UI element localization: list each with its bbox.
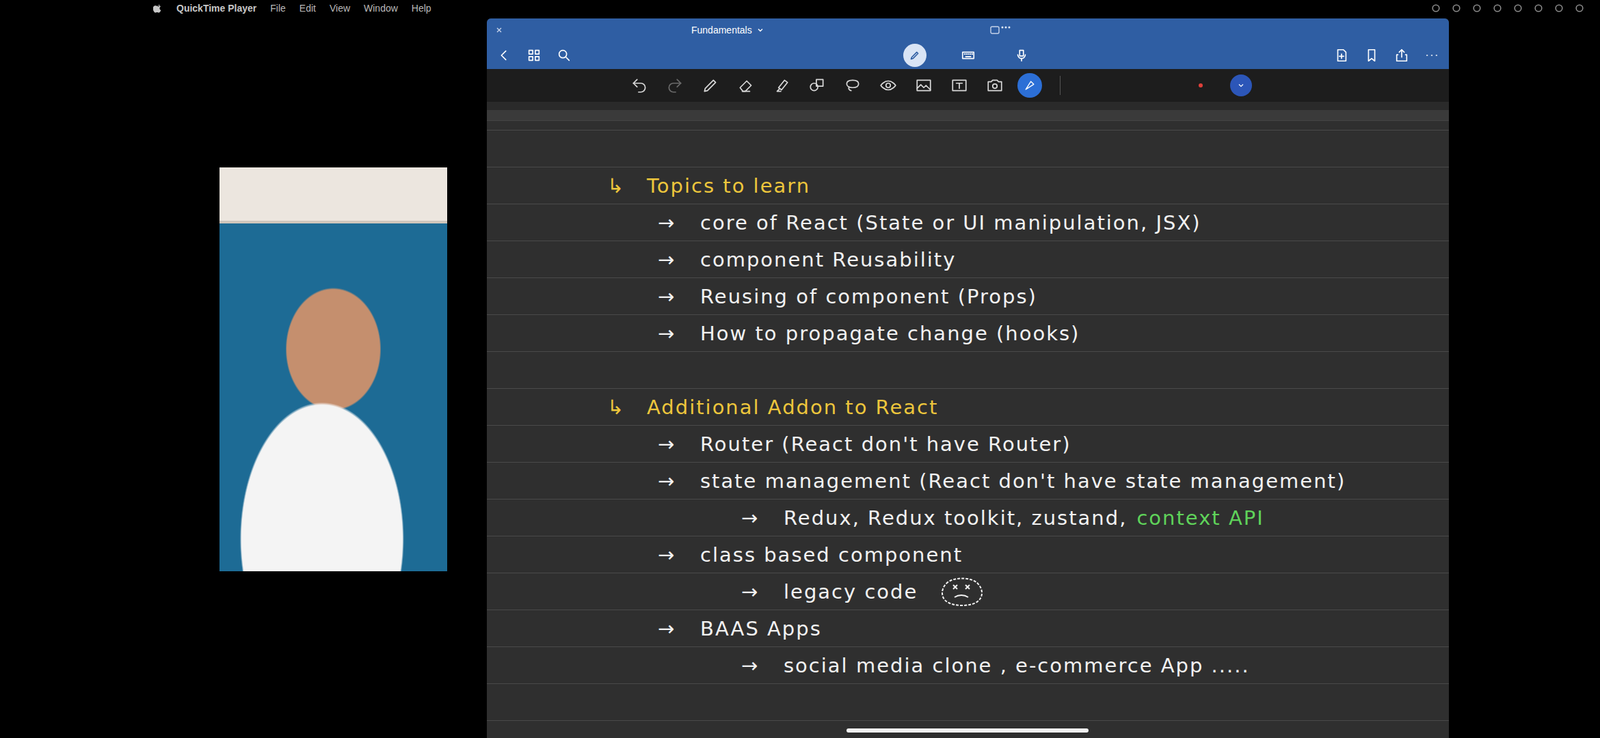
home-indicator[interactable] [846,728,1089,733]
note-line: →state management (React don't have stat… [486,462,1449,500]
bookmark-icon[interactable] [1364,47,1380,63]
menu-item[interactable]: View [329,2,351,14]
note-section: ↳Additional Addon to React→Router (React… [486,389,1449,685]
note-line: →component Reusability [486,241,1449,279]
multitasking-icon[interactable] [990,25,1011,35]
figma-icon[interactable] [1491,2,1503,14]
sticker-tool[interactable] [1017,73,1043,98]
window-icon[interactable] [1471,2,1483,14]
note-line: →Router (React don't have Router) [486,425,1449,463]
menu-item[interactable]: File [270,2,286,14]
redo-icon[interactable] [665,76,684,95]
undo-icon[interactable] [630,76,649,95]
menu-item[interactable]: Edit [299,2,316,14]
pen-icon[interactable] [701,76,720,95]
share-icon[interactable] [1394,47,1410,63]
apple-logo-icon[interactable] [153,2,163,14]
more-icon[interactable] [1424,47,1440,63]
title-bar: Fundamentals [486,18,1449,42]
toolbar-separator [1059,75,1061,96]
color-dot[interactable] [1198,83,1203,88]
menu-item[interactable]: Help [411,2,432,14]
tool-bar [486,69,1449,102]
page-divider [486,101,1449,123]
note-page[interactable]: ↳Topics to learn→core of React (State or… [486,101,1449,738]
shapes-icon[interactable] [808,76,826,95]
chevron-down-icon[interactable] [1236,81,1246,90]
note-line: →Reusing of component (Props) [486,278,1449,316]
note-heading: ↳Additional Addon to React [486,389,1449,426]
record-icon[interactable] [1430,2,1442,14]
back-icon[interactable] [496,47,512,63]
laser-pointer-icon[interactable] [879,76,898,95]
microphone-icon[interactable] [1014,47,1030,63]
note-line: →legacy code [486,573,1449,611]
search-icon[interactable] [556,47,572,63]
note-line: →Redux, Redux toolkit, zustand,context A… [486,499,1449,537]
notes-window: Fundamentals ↳Topics to learn→core of Rea… [486,18,1449,738]
menu-bar: QuickTime Player File Edit View Window Help [0,0,1600,17]
control-center-icon[interactable] [1553,2,1565,14]
text-box-icon[interactable] [950,76,969,95]
chevron-down-icon[interactable] [756,25,765,35]
notes-content: ↳Topics to learn→core of React (State or… [486,122,1449,738]
sticker-icon[interactable] [1022,78,1037,93]
image-icon[interactable] [914,76,933,95]
note-line: →How to propagate change (hooks) [486,315,1449,353]
dead-face-icon [939,577,984,608]
grid-icon[interactable] [526,47,542,63]
note-line: →class based component [486,536,1449,574]
close-icon[interactable] [495,25,504,35]
add-page-icon[interactable] [1334,47,1350,63]
document-title[interactable]: Fundamentals [691,24,765,36]
webcam-video [219,167,448,572]
note-section: ↳Topics to learn→core of React (State or… [486,167,1449,353]
camera-icon[interactable] [985,76,1004,95]
desktop: QuickTime Player File Edit View Window Help Fu… [0,0,1600,738]
note-line: →social media clone , e-commerce App ...… [486,647,1449,685]
highlighter-icon[interactable] [772,76,791,95]
control-icon[interactable] [1450,2,1462,14]
app-menu[interactable]: QuickTime Player [176,2,257,14]
eraser-icon[interactable] [737,76,755,95]
pen-mode-icon[interactable] [907,47,923,63]
siri-icon[interactable] [1574,2,1585,14]
lasso-icon[interactable] [843,76,862,95]
keyboard-icon[interactable] [960,47,976,63]
wifi-icon[interactable] [1512,2,1524,14]
note-line: →core of React (State or UI manipulation… [486,204,1449,242]
color-picker[interactable] [1230,74,1252,97]
note-line: →BAAS Apps [486,610,1449,648]
menu-item[interactable]: Window [363,2,398,14]
navigation-bar [486,41,1449,70]
battery-icon[interactable] [1532,2,1544,14]
note-heading: ↳Topics to learn [486,167,1449,205]
